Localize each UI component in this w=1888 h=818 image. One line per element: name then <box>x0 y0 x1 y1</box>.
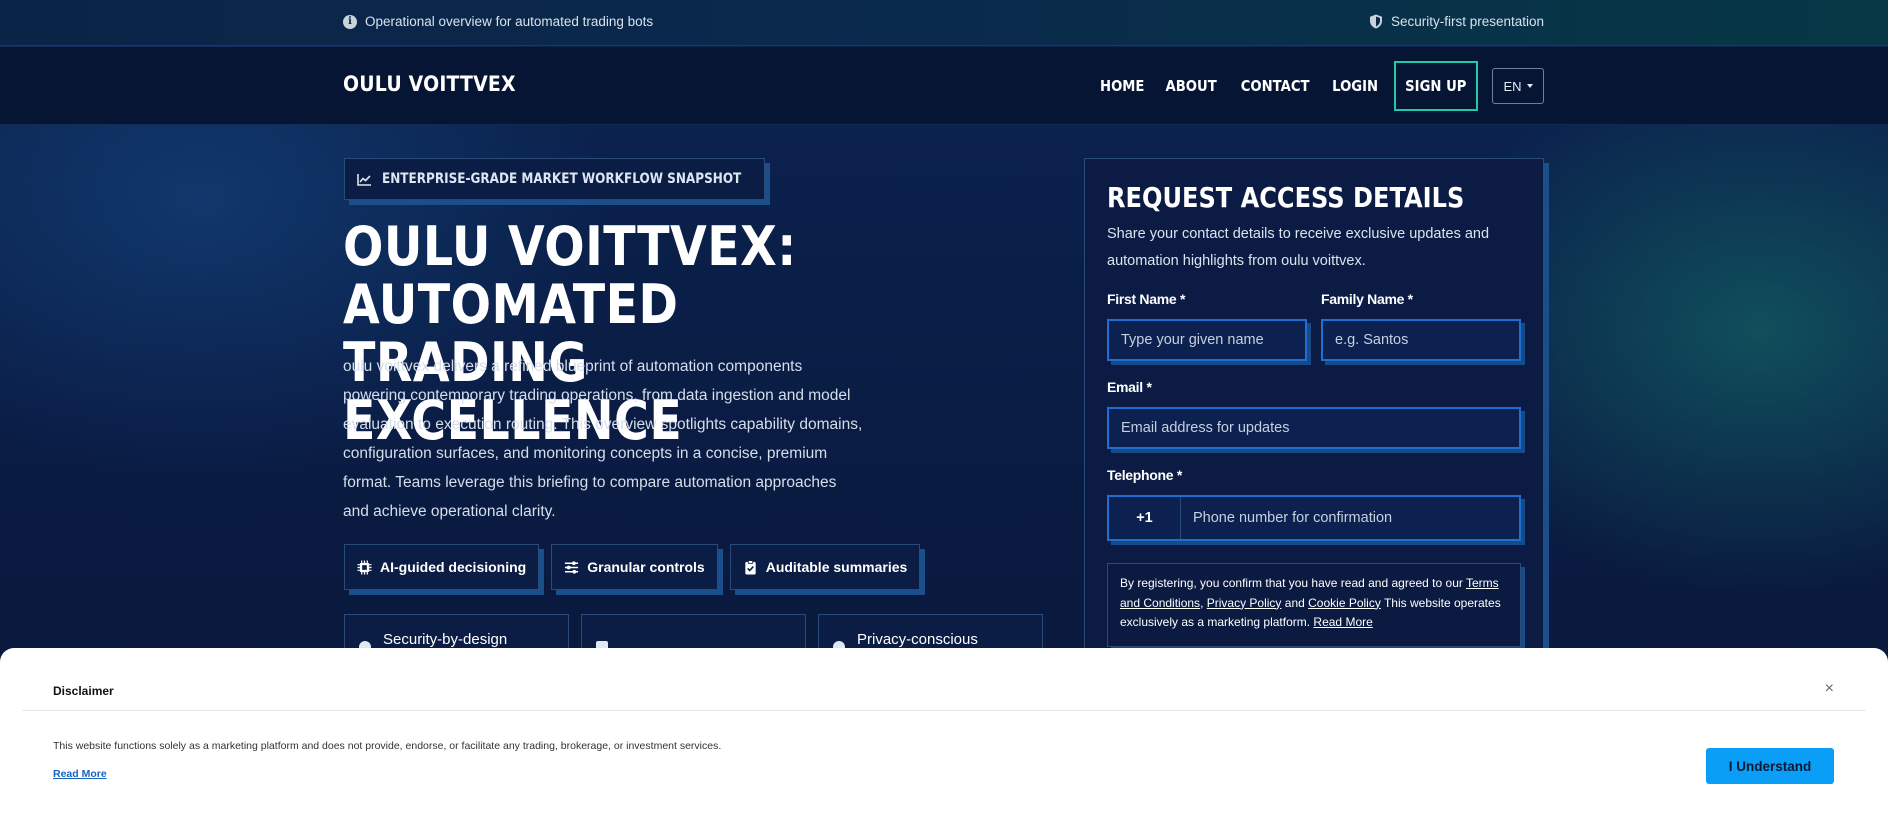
privacy-policy-link[interactable]: Privacy Policy <box>1207 596 1282 610</box>
cookie-policy-link[interactable]: Cookie Policy <box>1308 596 1381 610</box>
request-access-form: REQUEST ACCESS DETAILS Share your contac… <box>1084 158 1544 678</box>
clipboard-check-icon <box>745 559 756 575</box>
topbar-right: Security-first presentation <box>1369 14 1544 29</box>
nav-home[interactable]: HOME <box>1100 77 1144 95</box>
chip-label: AI-guided decisioning <box>380 559 527 575</box>
top-info-bar: i Operational overview for automated tra… <box>0 0 1888 46</box>
family-name-input[interactable] <box>1321 319 1521 361</box>
first-name-input[interactable] <box>1107 319 1307 361</box>
country-code-selector[interactable]: +1 <box>1109 497 1181 539</box>
language-label: EN <box>1503 78 1522 94</box>
topbar-right-text: Security-first presentation <box>1390 14 1544 29</box>
disclaimer-panel: Disclaimer × This website functions sole… <box>0 648 1888 818</box>
family-name-label: Family Name * <box>1321 291 1413 307</box>
i-understand-button[interactable]: I Understand <box>1706 748 1834 784</box>
disclaimer-read-more-link[interactable]: Read More <box>53 768 107 780</box>
chip-auditable-summaries: Auditable summaries <box>729 544 921 590</box>
first-name-label: First Name * <box>1107 291 1186 307</box>
telephone-label: Telephone * <box>1107 467 1183 483</box>
close-icon[interactable]: × <box>1825 680 1834 698</box>
disclaimer-title: Disclaimer <box>53 684 114 698</box>
form-title: REQUEST ACCESS DETAILS <box>1107 181 1465 214</box>
chip-granular-controls: Granular controls <box>551 544 718 590</box>
nav-links: HOME ABOUT CONTACT LOGIN SIGN UP EN <box>1097 61 1544 111</box>
email-label: Email * <box>1107 379 1152 395</box>
feature-chips: AI-guided decisioning Granular controls … <box>344 544 921 590</box>
consent-and: and <box>1284 595 1305 610</box>
shield-icon <box>1369 14 1382 29</box>
phone-input[interactable] <box>1181 497 1519 539</box>
line-chart-icon <box>357 173 371 186</box>
nav-contact[interactable]: CONTACT <box>1240 77 1309 95</box>
chip-icon <box>357 559 372 575</box>
telephone-field: +1 <box>1107 495 1521 541</box>
consent-prefix: By registering, you confirm that you hav… <box>1120 576 1463 590</box>
form-subtitle: Share your contact details to receive ex… <box>1107 226 1490 269</box>
info-icon: i <box>343 14 357 29</box>
chip-label: Granular controls <box>587 559 705 575</box>
nav-login[interactable]: LOGIN <box>1332 77 1378 95</box>
chevron-down-icon <box>1526 84 1533 88</box>
sliders-icon <box>565 560 579 574</box>
disclaimer-text: This website functions solely as a marke… <box>53 740 722 752</box>
consent-read-more-link[interactable]: Read More <box>1313 615 1372 629</box>
topbar-left: i Operational overview for automated tra… <box>343 14 653 29</box>
disclaimer-divider <box>22 710 1866 711</box>
topbar-left-text: Operational overview for automated tradi… <box>365 14 654 29</box>
chip-ai-decisioning: AI-guided decisioning <box>344 544 540 590</box>
hero-badge-text: ENTERPRISE-GRADE MARKET WORKFLOW SNAPSHO… <box>382 171 742 187</box>
email-input[interactable] <box>1107 407 1521 449</box>
chip-label: Auditable summaries <box>765 559 908 575</box>
hero-badge: ENTERPRISE-GRADE MARKET WORKFLOW SNAPSHO… <box>344 158 765 200</box>
signup-button[interactable]: SIGN UP <box>1394 61 1478 111</box>
language-selector[interactable]: EN <box>1492 68 1544 104</box>
brand-logo[interactable]: OULU VOITTVEX <box>343 72 516 96</box>
main-navbar: OULU VOITTVEX HOME ABOUT CONTACT LOGIN S… <box>0 47 1888 125</box>
signup-button-label: SIGN UP <box>1405 77 1467 95</box>
hero-description: oulu voittvex delivers a refined bluepri… <box>343 358 863 520</box>
nav-about[interactable]: ABOUT <box>1166 77 1217 95</box>
consent-notice: By registering, you confirm that you hav… <box>1107 563 1521 647</box>
